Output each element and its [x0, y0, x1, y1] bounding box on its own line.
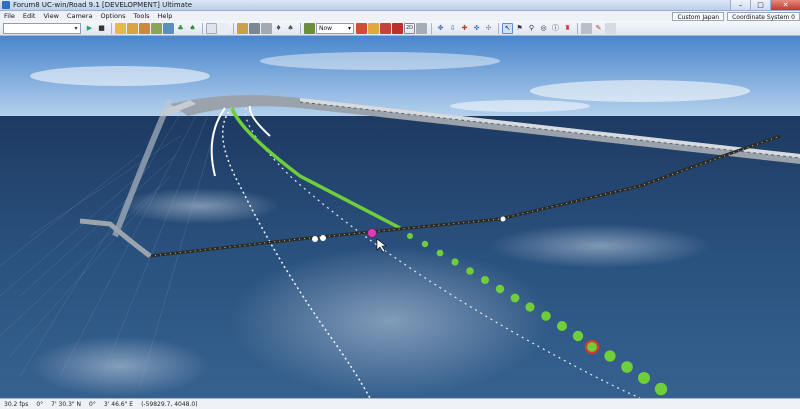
- sky-reflection: [120, 188, 280, 224]
- minimize-button[interactable]: –: [730, 0, 750, 10]
- pan-icon[interactable]: ✜: [471, 23, 482, 34]
- menu-camera[interactable]: Camera: [63, 12, 97, 20]
- xy-readout: (-59829.7, 4048.0): [141, 400, 198, 408]
- title-bar: Forum8 UC-win/Road 9.1 [DEVELOPMENT] Ult…: [0, 0, 800, 11]
- paint-icon[interactable]: [356, 22, 367, 34]
- record-icon[interactable]: [392, 22, 403, 34]
- menu-bar: File Edit View Camera Options Tools Help…: [0, 11, 800, 21]
- cloud: [450, 100, 590, 112]
- circle-icon[interactable]: ◎: [538, 23, 549, 34]
- cloud: [530, 80, 750, 102]
- cloud-icon[interactable]: [249, 22, 260, 34]
- scenario-icon[interactable]: [115, 22, 126, 34]
- cloud: [30, 66, 210, 86]
- grid-icon[interactable]: ✣: [483, 23, 494, 34]
- main-toolbar: ▾ ▶ ■ ♣ ♠ ♦ ♠ Now ▾ 2D ✥ ⇩ ✚ ✜ ✣ ↖ ⚑ ⚲ ◎ …: [0, 21, 800, 36]
- coordinate-system-dropdown[interactable]: Coordinate System 0: [727, 11, 800, 21]
- pin-2-icon[interactable]: ⚲: [526, 23, 537, 34]
- scene-canvas[interactable]: [0, 36, 800, 398]
- model-icon[interactable]: [380, 22, 391, 34]
- road-icon[interactable]: [139, 22, 150, 34]
- camera-icon[interactable]: [206, 22, 217, 34]
- marker-icon[interactable]: ♦: [273, 23, 284, 34]
- landscape-icon[interactable]: [218, 22, 229, 34]
- menu-help[interactable]: Help: [154, 12, 177, 20]
- maximize-button[interactable]: □: [750, 0, 770, 10]
- 3d-viewport[interactable]: [0, 36, 800, 398]
- rotate-icon[interactable]: ⇩: [447, 23, 458, 34]
- window-title: Forum8 UC-win/Road 9.1 [DEVELOPMENT] Ult…: [13, 1, 193, 9]
- clock-icon[interactable]: [304, 22, 315, 34]
- menu-edit[interactable]: Edit: [19, 12, 40, 20]
- view-combo[interactable]: ▾: [3, 22, 81, 34]
- chart-icon[interactable]: [581, 22, 592, 34]
- heading-readout: 0°: [36, 400, 44, 408]
- zoom-icon[interactable]: ✚: [459, 23, 470, 34]
- custom-dropdown[interactable]: Custom Japan: [672, 11, 725, 21]
- sky-reflection: [30, 336, 210, 396]
- menu-tools[interactable]: Tools: [130, 12, 154, 20]
- current-position-marker[interactable]: [584, 339, 600, 355]
- sky-reflection: [490, 224, 710, 268]
- export-icon[interactable]: [605, 22, 616, 34]
- light-icon[interactable]: [237, 22, 248, 34]
- latitude-readout: 7' 30.3" N: [51, 400, 82, 408]
- text-2d-icon[interactable]: 2D: [404, 22, 415, 34]
- person-icon[interactable]: ♜: [562, 23, 573, 34]
- chevron-down-icon: ▾: [347, 24, 351, 32]
- terrain-icon[interactable]: [151, 22, 162, 34]
- object-icon[interactable]: [261, 22, 272, 34]
- close-button[interactable]: ✕: [770, 0, 800, 10]
- window-controls: – □ ✕: [730, 0, 800, 11]
- time-select[interactable]: Now ▾: [316, 22, 354, 34]
- menu-file[interactable]: File: [0, 12, 19, 20]
- menu-view[interactable]: View: [39, 12, 62, 20]
- stop-icon[interactable]: ■: [96, 23, 107, 34]
- car-icon[interactable]: [127, 22, 138, 34]
- pin-icon[interactable]: ♠: [285, 23, 296, 34]
- tree-icon[interactable]: ♣: [175, 23, 186, 34]
- cloud: [260, 52, 500, 70]
- app-icon: [2, 1, 10, 9]
- selected-marker[interactable]: [367, 228, 377, 238]
- status-bar: 30.2 fps 0° 7' 30.3" N 0° 3' 46.6" E (-5…: [0, 398, 800, 409]
- lock-icon[interactable]: [368, 22, 379, 34]
- heading-2-readout: 0°: [89, 400, 96, 408]
- menu-options[interactable]: Options: [96, 12, 129, 20]
- cursor-icon[interactable]: ↖: [502, 22, 513, 34]
- tag-icon[interactable]: [416, 22, 427, 34]
- chevron-down-icon: ▾: [74, 24, 78, 32]
- fps-readout: 30.2 fps: [4, 400, 29, 408]
- play-icon[interactable]: ▶: [84, 23, 95, 34]
- sky-reflection: [230, 246, 550, 396]
- longitude-readout: 3' 46.6" E: [103, 400, 134, 408]
- settings-icon[interactable]: ✎: [593, 23, 604, 34]
- move-icon[interactable]: ✥: [435, 23, 446, 34]
- flag-icon[interactable]: ⚑: [514, 23, 525, 34]
- view-icon[interactable]: ♠: [187, 23, 198, 34]
- people-icon[interactable]: [163, 22, 174, 34]
- info-icon[interactable]: ⓘ: [550, 23, 561, 34]
